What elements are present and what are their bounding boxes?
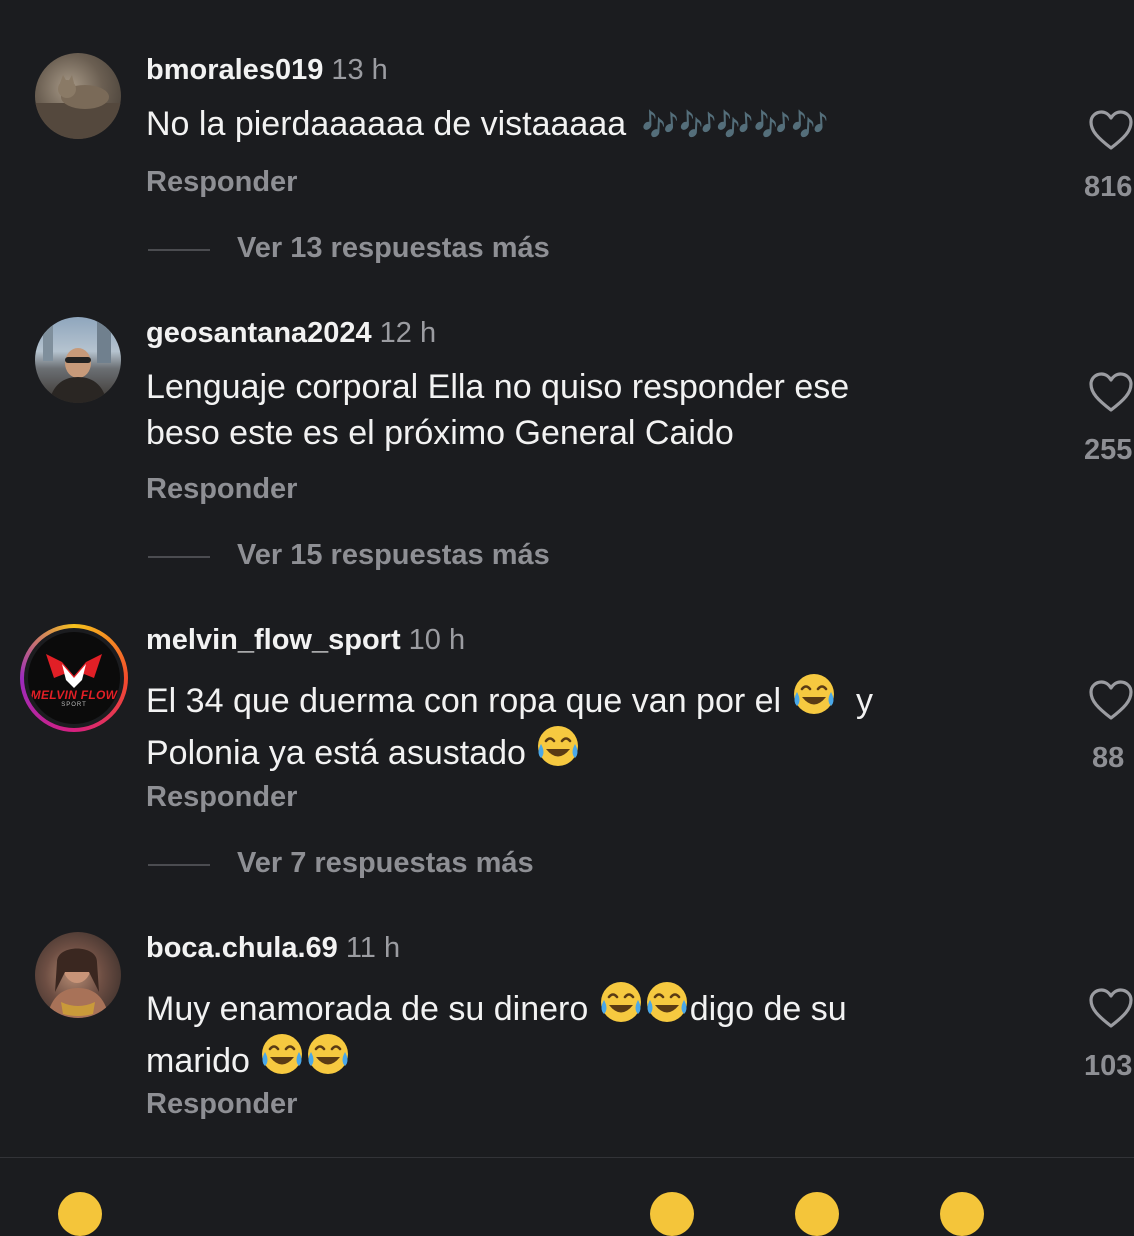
reply-button[interactable]: Responder	[146, 166, 297, 199]
comment-header: melvin_flow_sport 10 h	[146, 624, 465, 657]
face-with-tears-of-joy-emoji	[793, 674, 834, 714]
comment-body-line: Muy enamorada de su dinero digo de su	[146, 980, 1026, 1032]
avatar: MELVIN FLOW SPORT	[28, 632, 120, 724]
emoji-reaction-button[interactable]	[940, 1192, 984, 1236]
comment-body-line: beso este es el próximo General Caido	[146, 414, 734, 452]
divider-line	[148, 864, 210, 866]
face-with-tears-of-joy-emoji	[646, 982, 687, 1022]
comment-body: Muy enamorada de su dinero	[146, 990, 589, 1028]
avatar[interactable]	[35, 932, 121, 1018]
reply-button[interactable]: Responder	[146, 473, 297, 506]
like-count: 103	[1084, 1050, 1133, 1082]
person-photo-icon	[43, 317, 111, 403]
logo-text: MELVIN FLOW	[30, 688, 118, 702]
username[interactable]: melvin_flow_sport	[146, 624, 401, 656]
face-with-tears-of-joy-emoji	[308, 1034, 349, 1074]
comment-text: No la pierdaaaaaa de vistaaaaa 🎶🎶🎶🎶🎶	[146, 101, 1026, 149]
reply-button[interactable]: Responder	[146, 1088, 297, 1121]
emoji-reaction-button[interactable]	[58, 1192, 102, 1236]
comment-text: El 34 que duerma con ropa que van por el…	[146, 672, 1026, 776]
comment-body-line: Lenguaje corporal Ella no quiso responde…	[146, 368, 850, 406]
avatar[interactable]	[35, 317, 121, 403]
comment-header: bmorales019 13 h	[146, 54, 388, 87]
like-count: 88	[1092, 742, 1125, 774]
comment-body: y	[856, 682, 873, 720]
comment-body: Polonia ya está asustado	[146, 734, 526, 772]
melvin-flow-logo-icon	[46, 654, 102, 688]
comment-body: digo de su	[689, 990, 847, 1028]
emoji-reaction-button[interactable]	[650, 1192, 694, 1236]
comment-header: boca.chula.69 11 h	[146, 932, 400, 965]
emoji-reaction-button[interactable]	[795, 1192, 839, 1236]
comment-text: Muy enamorada de su dinero digo de su ma…	[146, 980, 1026, 1084]
emoji-reaction-bar	[0, 1158, 1134, 1236]
face-with-tears-of-joy-emoji	[538, 726, 579, 766]
face-with-tears-of-joy-emoji	[262, 1034, 303, 1074]
comment-body-line: Polonia ya está asustado	[146, 724, 1026, 776]
cat-photo-icon	[35, 75, 121, 139]
like-count: 816	[1084, 171, 1133, 203]
username[interactable]: geosantana2024	[146, 317, 372, 349]
username[interactable]: bmorales019	[146, 54, 323, 86]
person-photo-icon	[47, 948, 109, 1018]
username[interactable]: boca.chula.69	[146, 932, 338, 964]
heart-outline-icon[interactable]	[1088, 987, 1134, 1029]
logo-subtext: SPORT	[61, 702, 87, 708]
divider-line	[148, 556, 210, 558]
story-ring[interactable]: MELVIN FLOW SPORT	[20, 624, 128, 732]
view-more-replies-label: Ver 13 respuestas más	[237, 232, 550, 264]
comment-body-line: El 34 que duerma con ropa que van por el…	[146, 672, 1026, 724]
view-more-replies-label: Ver 7 respuestas más	[237, 847, 534, 879]
comment-body: marido	[146, 1042, 250, 1080]
comment-text: Lenguaje corporal Ella no quiso responde…	[146, 364, 1026, 456]
like-count: 255	[1084, 434, 1133, 466]
heart-outline-icon[interactable]	[1088, 679, 1134, 721]
comment-body-line: marido	[146, 1032, 1026, 1084]
face-with-tears-of-joy-emoji	[600, 982, 641, 1022]
timestamp: 12 h	[379, 317, 437, 349]
timestamp: 13 h	[331, 54, 388, 86]
view-more-replies-label: Ver 15 respuestas más	[237, 539, 550, 571]
timestamp: 10 h	[408, 624, 466, 656]
comment-header: geosantana2024 12 h	[146, 317, 436, 350]
comment-body: No la pierdaaaaaa de vistaaaaa	[146, 105, 627, 143]
comment-body: El 34 que duerma con ropa que van por el	[146, 682, 782, 720]
heart-outline-icon[interactable]	[1088, 371, 1134, 413]
timestamp: 11 h	[345, 932, 401, 964]
avatar[interactable]	[35, 53, 121, 139]
divider-line	[148, 249, 210, 251]
musical-notes-emoji: 🎶🎶🎶🎶🎶	[641, 109, 829, 142]
heart-outline-icon[interactable]	[1088, 109, 1134, 151]
reply-button[interactable]: Responder	[146, 781, 297, 814]
